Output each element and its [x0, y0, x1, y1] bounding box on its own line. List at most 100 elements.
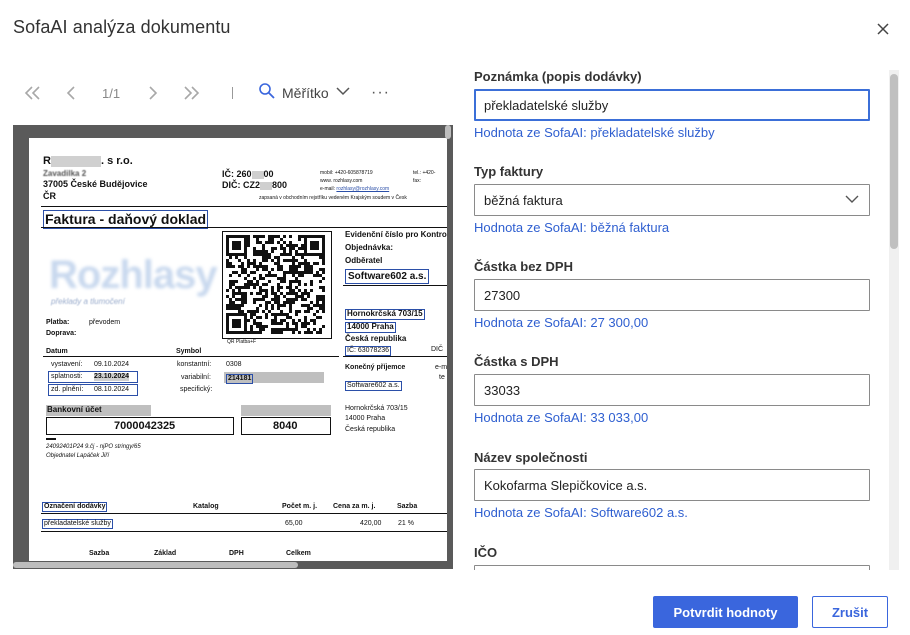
field-label-castka-s-dph: Částka s DPH — [474, 354, 559, 369]
castka-s-dph-input[interactable]: 33033 — [474, 374, 870, 406]
field-label-nazev-spolecnosti: Název společnosti — [474, 450, 588, 465]
sum-celkem: Celkem — [286, 550, 311, 557]
close-icon[interactable] — [874, 20, 892, 38]
konecny-city: 14000 Praha — [345, 415, 386, 422]
seller-city: 37005 České Budějovice — [43, 179, 148, 189]
invoice-page: R. s r.o. Zavadilka 2 37005 České Budějo… — [29, 138, 447, 568]
poznamka-hint[interactable]: Hodnota ze SofaAI: překladatelské služby — [474, 125, 715, 140]
col-catalog-header: Katalog — [193, 503, 219, 510]
bank-label: Bankovní účet — [47, 405, 102, 414]
cancel-button[interactable]: Zrušit — [812, 596, 888, 628]
konstantni-label: konstantní: — [177, 361, 212, 368]
vystaveni-value: 09.10.2024 — [94, 361, 130, 368]
seller-name: R. s r.o. — [43, 155, 133, 167]
castka-bez-dph-input[interactable]: 27300 — [474, 279, 870, 311]
nazev-spolecnosti-hint[interactable]: Hodnota ze SofaAI: Software602 a.s. — [474, 505, 688, 520]
viewer-horizontal-scroll-thumb[interactable] — [13, 562, 298, 568]
specificky-label: specifický: — [180, 386, 213, 393]
typ-faktury-select[interactable]: běžná faktura — [474, 184, 870, 216]
viewer-vertical-scrollbar[interactable] — [445, 125, 451, 139]
typ-faktury-hint[interactable]: Hodnota ze SofaAI: běžná faktura — [474, 220, 669, 235]
search-icon — [258, 82, 276, 105]
seller-mobile: mobil: +420-605878719 — [320, 170, 373, 176]
chevron-down-icon — [335, 84, 351, 102]
buyer-name: Software602 a.s. — [345, 269, 430, 284]
ico-input[interactable] — [474, 565, 870, 570]
document-analysis-dialog: SofaAI analýza dokumentu 1/1 Měřítko ···… — [0, 0, 910, 635]
castka-bez-dph-hint[interactable]: Hodnota ze SofaAI: 27 300,00 — [474, 315, 648, 330]
field-label-castka-bez-dph: Částka bez DPH — [474, 259, 573, 274]
typ-faktury-value: běžná faktura — [484, 192, 563, 208]
konecny-street: Hornokrčská 703/15 — [345, 405, 408, 412]
datum-label: Datum — [46, 348, 68, 355]
qr-code — [222, 231, 332, 339]
bank-code: 8040 — [273, 420, 298, 432]
col-item-header: Označení dodávky — [42, 502, 108, 512]
first-page-icon[interactable] — [21, 80, 45, 106]
seller-country: ČR — [43, 191, 56, 201]
sum-zaklad: Základ — [154, 550, 177, 557]
seller-street: Zavadilka 2 — [43, 169, 87, 178]
evidencni-cislo: Evidenční číslo pro Kontrolní — [345, 230, 447, 239]
doprava-label: Doprava: — [46, 330, 77, 337]
col-rate-header: Sazba — [397, 503, 418, 510]
row-item: překladatelské služby — [42, 519, 113, 529]
pdf-toolbar: 1/1 Měřítko ··· — [13, 76, 453, 110]
row-qty: 65,00 — [285, 520, 303, 527]
platba-value: převodem — [89, 319, 121, 326]
row-rate: 21 % — [398, 520, 414, 527]
sum-sazba: Sazba — [89, 550, 110, 557]
seller-register: zapsaná v obchodním rejstříku vedeném Kr… — [259, 195, 407, 201]
zoom-dropdown[interactable]: Měřítko — [258, 80, 351, 106]
variabilni-value: 214181 — [226, 374, 254, 384]
castka-s-dph-hint[interactable]: Hodnota ze SofaAI: 33 033,00 — [474, 410, 648, 425]
odberatel-label: Odběratel — [345, 256, 383, 265]
form-scroll-thumb[interactable] — [890, 74, 898, 249]
vystaveni-label: vystavení: — [51, 361, 83, 368]
more-icon[interactable]: ··· — [371, 84, 390, 102]
pdf-viewer[interactable]: R. s r.o. Zavadilka 2 37005 České Budějo… — [13, 125, 453, 569]
buyer-street: Hornokrčská 703/15 — [345, 309, 425, 320]
col-price-header: Cena za m. j. — [333, 503, 376, 510]
zoom-label: Měřítko — [282, 85, 329, 101]
konecny-name: Software602 a.s. — [345, 381, 402, 391]
variabilni-label: variabilní: — [181, 374, 211, 381]
splatnosti-label: splatnosti: — [51, 373, 83, 380]
page-indicator: 1/1 — [102, 86, 121, 101]
field-label-poznamka: Poznámka (popis dodávky) — [474, 69, 642, 84]
form-scrollbar[interactable] — [889, 70, 899, 570]
logo-tagline: překlady a tlumočení — [51, 297, 125, 306]
symbol-label: Symbol — [176, 348, 202, 355]
bank-account: 7000042325 — [114, 420, 176, 432]
viewer-horizontal-scrollbar[interactable] — [13, 561, 453, 569]
last-page-icon[interactable] — [179, 80, 203, 106]
seller-tel: tel.: +420- — [413, 170, 436, 176]
next-page-icon[interactable] — [143, 80, 163, 106]
prev-page-icon[interactable] — [61, 80, 81, 106]
poznamka-input[interactable]: překladatelské služby — [474, 89, 870, 121]
seller-ic: IČ: 260 00 — [222, 169, 274, 179]
extracted-values-form: Poznámka (popis dodávky) překladatelské … — [474, 60, 879, 570]
note-line-1: 24092401P24 9.čj - njPO stringy/65 — [46, 444, 141, 450]
seller-dic: DIČ: CZ2 800 — [222, 180, 288, 190]
plneni-label: zd. plnění: — [51, 386, 84, 393]
toolbar-separator — [232, 87, 233, 99]
dialog-title: SofaAI analýza dokumentu — [13, 17, 231, 37]
seller-web: www. rozhlasy.com — [320, 178, 363, 184]
konecny-tel: te — [439, 374, 445, 381]
konstantni-value: 0308 — [226, 361, 242, 368]
company-logo: Rozhlasy — [49, 253, 218, 297]
row-price: 420,00 — [360, 520, 382, 527]
konecny-email: e-ma — [435, 364, 447, 371]
confirm-values-button[interactable]: Potvrdit hodnoty — [653, 596, 798, 628]
konecny-country: Česká republika — [345, 426, 396, 433]
qr-label: QR Platba+F — [227, 339, 257, 345]
plneni-value: 08.10.2024 — [94, 386, 130, 393]
objednavka-label: Objednávka: — [345, 243, 394, 252]
seller-email: e-mail: rozhlasy@rozhlasy.com — [320, 186, 390, 192]
chevron-down-icon — [844, 193, 860, 208]
buyer-ic: IČ: 63078236 — [345, 346, 392, 356]
field-label-typ-faktury: Typ faktury — [474, 164, 544, 179]
nazev-spolecnosti-input[interactable]: Kokofarma Slepičkovice a.s. — [474, 469, 870, 501]
buyer-dic: DIČ — [431, 346, 444, 353]
